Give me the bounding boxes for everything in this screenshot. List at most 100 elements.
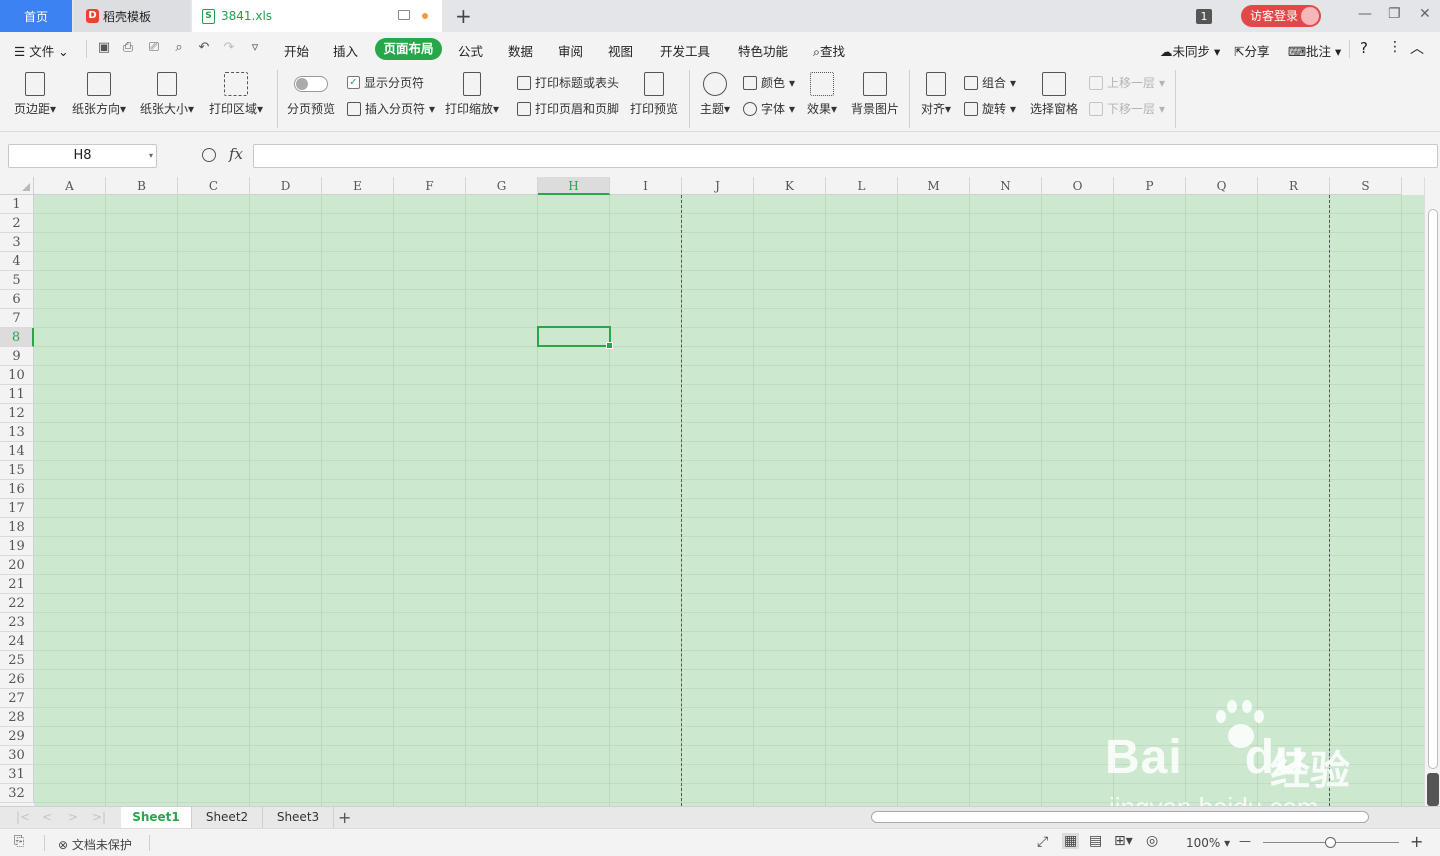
- print-titles-button[interactable]: 打印标题或表头: [517, 74, 619, 91]
- column-header-r[interactable]: R: [1258, 177, 1330, 195]
- column-header-a[interactable]: A: [34, 177, 106, 195]
- row-header-27[interactable]: 27: [0, 689, 34, 708]
- name-box[interactable]: H8 ▾: [8, 144, 157, 168]
- column-header-b[interactable]: B: [106, 177, 178, 195]
- comment-button[interactable]: ⌨批注 ▾: [1288, 41, 1341, 60]
- cell-area[interactable]: [34, 195, 1424, 806]
- rotate-button[interactable]: 旋转 ▾: [964, 100, 1016, 117]
- column-header-s[interactable]: S: [1330, 177, 1402, 195]
- fonts-button[interactable]: 字体 ▾: [743, 100, 795, 117]
- zoom-slider-knob[interactable]: [1325, 837, 1336, 848]
- column-header-m[interactable]: M: [898, 177, 970, 195]
- menu-formula[interactable]: 公式: [458, 41, 483, 60]
- fullscreen-icon[interactable]: ⤢: [1037, 834, 1048, 850]
- theme-button[interactable]: 主题▾: [697, 72, 733, 117]
- margins-button[interactable]: 页边距▾: [12, 72, 58, 117]
- send-backward-button[interactable]: 下移一层 ▾: [1089, 100, 1165, 117]
- colors-button[interactable]: 颜色 ▾: [743, 74, 795, 91]
- row-header-32[interactable]: 32: [0, 784, 34, 803]
- column-header-i[interactable]: I: [610, 177, 682, 195]
- document-protection[interactable]: ⊗ 文档未保护: [58, 836, 132, 853]
- sync-status[interactable]: ☁未同步 ▾: [1160, 41, 1220, 60]
- page-break-toggle[interactable]: [294, 76, 328, 92]
- column-header-o[interactable]: O: [1042, 177, 1114, 195]
- login-button[interactable]: 访客登录: [1241, 5, 1321, 27]
- row-header-19[interactable]: 19: [0, 537, 34, 556]
- row-header-16[interactable]: 16: [0, 480, 34, 499]
- row-header-20[interactable]: 20: [0, 556, 34, 575]
- row-header-7[interactable]: 7: [0, 309, 34, 328]
- print-icon[interactable]: ⎚: [147, 41, 161, 55]
- column-header-c[interactable]: C: [178, 177, 250, 195]
- page-break-view-icon[interactable]: ▤: [1089, 833, 1102, 849]
- column-header-h[interactable]: H: [538, 177, 610, 195]
- restore-button[interactable]: ❐: [1388, 6, 1401, 22]
- redo-icon[interactable]: ↷: [222, 41, 236, 55]
- sheet-tab-sheet3[interactable]: Sheet3: [263, 807, 334, 828]
- row-header-5[interactable]: 5: [0, 271, 34, 290]
- vertical-scrollbar[interactable]: [1424, 177, 1440, 806]
- row-header-31[interactable]: 31: [0, 765, 34, 784]
- row-header-3[interactable]: 3: [0, 233, 34, 252]
- menu-data[interactable]: 数据: [508, 41, 533, 60]
- row-header-29[interactable]: 29: [0, 727, 34, 746]
- row-header-21[interactable]: 21: [0, 575, 34, 594]
- window-count-badge[interactable]: 1: [1196, 0, 1212, 32]
- file-menu[interactable]: ☰ 文件 ⌄: [14, 41, 69, 60]
- minimize-button[interactable]: —: [1358, 6, 1372, 22]
- zoom-in-button[interactable]: +: [1410, 832, 1423, 851]
- collapse-ribbon-icon[interactable]: ︿: [1410, 38, 1424, 58]
- customize-icon[interactable]: ▿: [248, 41, 262, 55]
- column-header-k[interactable]: K: [754, 177, 826, 195]
- page-break-preview-button[interactable]: 分页预览: [286, 72, 336, 117]
- select-all-corner[interactable]: [0, 177, 34, 195]
- column-header-j[interactable]: J: [682, 177, 754, 195]
- selected-cell[interactable]: [537, 326, 613, 349]
- column-header-g[interactable]: G: [466, 177, 538, 195]
- zoom-out-button[interactable]: —: [1239, 834, 1251, 848]
- print-preview-button[interactable]: 打印预览: [629, 72, 679, 117]
- column-header-l[interactable]: L: [826, 177, 898, 195]
- eye-protection-icon[interactable]: ◎: [1146, 833, 1158, 849]
- undo-icon[interactable]: ↶: [197, 41, 211, 55]
- align-button[interactable]: 对齐▾: [918, 72, 954, 117]
- vertical-scroll-thumb[interactable]: [1428, 209, 1438, 769]
- print-preview-icon[interactable]: ⌕: [172, 41, 186, 55]
- monitor-icon[interactable]: [398, 10, 410, 20]
- row-header-14[interactable]: 14: [0, 442, 34, 461]
- sheet-tab-sheet2[interactable]: Sheet2: [192, 807, 263, 828]
- row-header-22[interactable]: 22: [0, 594, 34, 613]
- group-button[interactable]: 组合 ▾: [964, 74, 1016, 91]
- prev-sheet-icon[interactable]: <: [42, 810, 52, 824]
- menu-insert[interactable]: 插入: [333, 41, 358, 60]
- row-header-2[interactable]: 2: [0, 214, 34, 233]
- close-button[interactable]: ✕: [1419, 6, 1431, 22]
- column-header-p[interactable]: P: [1114, 177, 1186, 195]
- reading-layout-icon[interactable]: ⊞▾: [1114, 833, 1133, 849]
- next-sheet-icon[interactable]: >: [68, 810, 78, 824]
- row-header-1[interactable]: 1: [0, 195, 34, 214]
- column-header-f[interactable]: F: [394, 177, 466, 195]
- normal-view-icon[interactable]: ▦: [1062, 833, 1080, 849]
- menu-review[interactable]: 审阅: [558, 41, 583, 60]
- tab-home[interactable]: 首页: [0, 0, 72, 32]
- share-button[interactable]: ⇱分享: [1234, 41, 1270, 60]
- search-menu[interactable]: ⌕查找: [813, 41, 845, 60]
- row-header-17[interactable]: 17: [0, 499, 34, 518]
- header-footer-button[interactable]: 打印页眉和页脚: [517, 100, 619, 117]
- formula-input[interactable]: [253, 144, 1438, 168]
- save-icon[interactable]: ▣: [97, 41, 111, 55]
- fx-icon[interactable]: fx: [229, 145, 243, 163]
- paper-size-button[interactable]: 纸张大小▾: [138, 72, 196, 117]
- row-header-11[interactable]: 11: [0, 385, 34, 404]
- row-header-23[interactable]: 23: [0, 613, 34, 632]
- column-header-q[interactable]: Q: [1186, 177, 1258, 195]
- show-page-breaks-checkbox[interactable]: ✓ 显示分页符: [347, 74, 424, 91]
- selection-pane-button[interactable]: 选择窗格: [1029, 72, 1079, 117]
- horizontal-scroll-thumb[interactable]: [871, 811, 1369, 823]
- row-header-12[interactable]: 12: [0, 404, 34, 423]
- row-header-26[interactable]: 26: [0, 670, 34, 689]
- menu-view[interactable]: 视图: [608, 41, 633, 60]
- tab-docer-template[interactable]: D 稻壳模板: [74, 0, 190, 32]
- row-header-6[interactable]: 6: [0, 290, 34, 309]
